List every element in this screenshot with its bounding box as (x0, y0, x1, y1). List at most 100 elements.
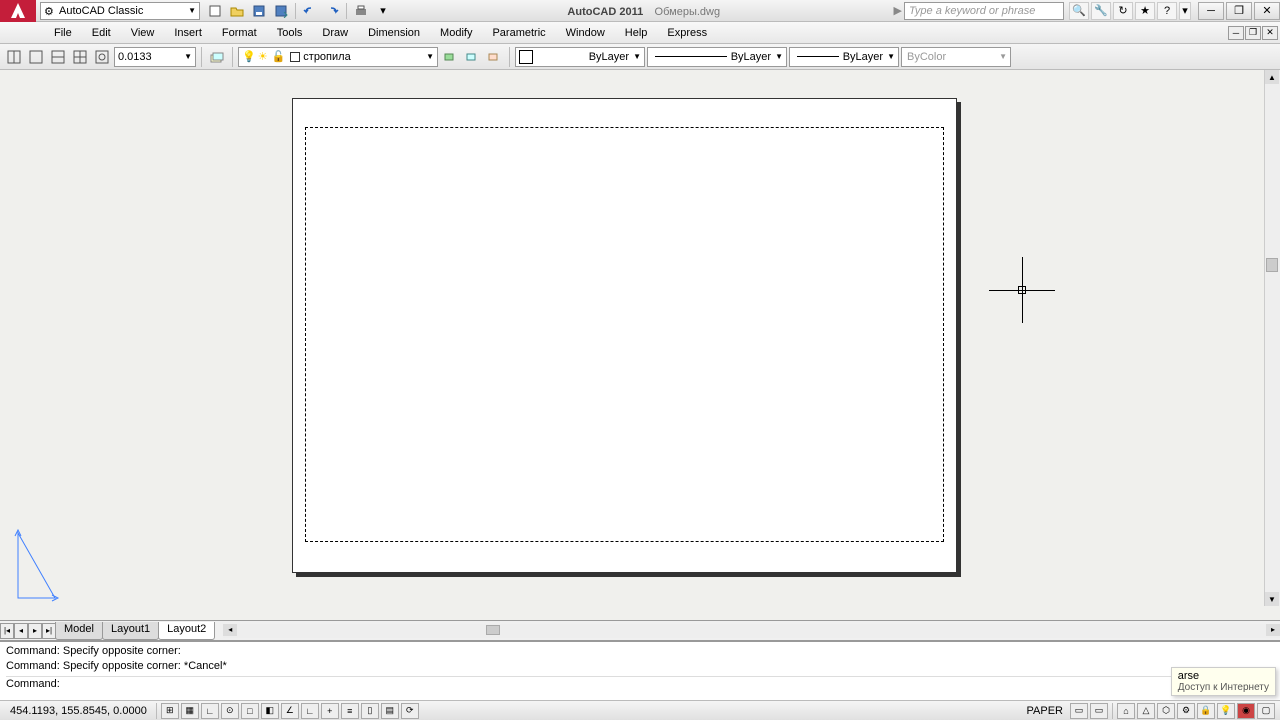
menu-help[interactable]: Help (615, 24, 658, 42)
hardware-accel[interactable]: 💡 (1217, 703, 1235, 719)
scroll-down-icon[interactable]: ▼ (1265, 592, 1279, 606)
menu-draw[interactable]: Draw (312, 24, 358, 42)
mdi-close[interactable]: ✕ (1262, 26, 1278, 40)
chevron-down-icon: ▼ (184, 52, 192, 61)
menu-window[interactable]: Window (556, 24, 615, 42)
sc-toggle[interactable]: ⟳ (401, 703, 419, 719)
document-name: Обмеры.dwg (655, 6, 721, 18)
color-selector[interactable]: ByLayer ▼ (515, 47, 645, 67)
mdi-restore[interactable]: ❐ (1245, 26, 1261, 40)
layer-selector[interactable]: 💡 ☀ 🔓 стропила ▼ (238, 47, 438, 67)
menu-file[interactable]: File (44, 24, 82, 42)
scroll-thumb[interactable] (486, 625, 500, 635)
tab-layout1[interactable]: Layout1 (102, 622, 159, 640)
lineweight-selector[interactable]: ByLayer ▼ (789, 47, 899, 67)
workspace-label: AutoCAD Classic (59, 5, 143, 17)
workspace-selector[interactable]: ⚙ AutoCAD Classic ▼ (40, 2, 200, 20)
tpy-toggle[interactable]: ▯ (361, 703, 379, 719)
save-button[interactable] (249, 2, 269, 20)
otrack-toggle[interactable]: ∠ (281, 703, 299, 719)
quickview-drawings[interactable]: ▭ (1090, 703, 1108, 719)
scroll-left-icon[interactable]: ◂ (223, 624, 237, 636)
app-logo[interactable] (0, 0, 36, 22)
scale-input[interactable]: 0.0133 ▼ (114, 47, 196, 67)
viewport-btn-3[interactable] (48, 47, 68, 67)
viewport-btn-1[interactable] (4, 47, 24, 67)
ducs-toggle[interactable]: ∟ (301, 703, 319, 719)
paper-sheet (292, 98, 957, 573)
snap-toggle[interactable]: ⊞ (161, 703, 179, 719)
dyn-toggle[interactable]: + (321, 703, 339, 719)
scroll-up-icon[interactable]: ▲ (1265, 70, 1279, 84)
undo-button[interactable] (300, 2, 320, 20)
annotation-autoscale[interactable]: ⬡ (1157, 703, 1175, 719)
menu-express[interactable]: Express (657, 24, 717, 42)
space-indicator[interactable]: PAPER (1021, 705, 1069, 717)
linetype-selector[interactable]: ByLayer ▼ (647, 47, 787, 67)
exchange-icon[interactable]: ↻ (1113, 2, 1133, 20)
qp-toggle[interactable]: ▤ (381, 703, 399, 719)
menu-dimension[interactable]: Dimension (358, 24, 430, 42)
scroll-thumb[interactable] (1266, 258, 1278, 272)
separator (295, 3, 296, 19)
menu-format[interactable]: Format (212, 24, 267, 42)
viewport-btn-2[interactable] (26, 47, 46, 67)
annotation-scale[interactable]: ⌂ (1117, 703, 1135, 719)
favorites-icon[interactable]: ★ (1135, 2, 1155, 20)
menu-view[interactable]: View (121, 24, 165, 42)
quickview-layouts[interactable]: ▭ (1070, 703, 1088, 719)
help-dropdown[interactable]: ▾ (1179, 2, 1191, 20)
isolate-objects[interactable]: ◉ (1237, 703, 1255, 719)
close-button[interactable]: ✕ (1254, 2, 1280, 20)
layer-tool-2[interactable] (462, 47, 482, 67)
mdi-minimize[interactable]: ─ (1228, 26, 1244, 40)
minimize-button[interactable]: ─ (1198, 2, 1224, 20)
lwt-toggle[interactable]: ≡ (341, 703, 359, 719)
search-input[interactable]: Type a keyword or phrase (904, 2, 1064, 20)
drawing-area[interactable]: ▲ ▼ (0, 70, 1280, 620)
grid-toggle[interactable]: ▦ (181, 703, 199, 719)
viewport-clip[interactable] (92, 47, 112, 67)
scroll-right-icon[interactable]: ▸ (1266, 624, 1280, 636)
tab-first[interactable]: |◂ (0, 623, 14, 639)
menu-insert[interactable]: Insert (164, 24, 212, 42)
annotation-visibility[interactable]: △ (1137, 703, 1155, 719)
tab-next[interactable]: ▸ (28, 623, 42, 639)
tab-model[interactable]: Model (55, 622, 103, 640)
layer-tool-3[interactable] (484, 47, 504, 67)
chevron-down-icon: ▼ (633, 52, 641, 61)
ortho-toggle[interactable]: ∟ (201, 703, 219, 719)
coordinates[interactable]: 454.1193, 155.8545, 0.0000 (4, 705, 153, 717)
menu-tools[interactable]: Tools (267, 24, 313, 42)
qat-dropdown[interactable]: ▾ (373, 2, 393, 20)
workspace-switching[interactable]: ⚙ (1177, 703, 1195, 719)
polar-toggle[interactable]: ⊙ (221, 703, 239, 719)
redo-button[interactable] (322, 2, 342, 20)
tab-prev[interactable]: ◂ (14, 623, 28, 639)
tab-last[interactable]: ▸| (42, 623, 56, 639)
print-button[interactable] (351, 2, 371, 20)
toolbar-lock[interactable]: 🔒 (1197, 703, 1215, 719)
open-button[interactable] (227, 2, 247, 20)
layer-manager-button[interactable] (207, 47, 227, 67)
help-icon[interactable]: ? (1157, 2, 1177, 20)
plotstyle-selector[interactable]: ByColor ▼ (901, 47, 1011, 67)
viewport-btn-4[interactable] (70, 47, 90, 67)
search-icon[interactable]: 🔍 (1069, 2, 1089, 20)
command-window[interactable]: Command: Specify opposite corner: Comman… (0, 640, 1280, 700)
maximize-button[interactable]: ❐ (1226, 2, 1252, 20)
separator (232, 47, 233, 67)
new-button[interactable] (205, 2, 225, 20)
clean-screen[interactable]: ▢ (1257, 703, 1275, 719)
osnap-toggle[interactable]: □ (241, 703, 259, 719)
layer-tool-1[interactable] (440, 47, 460, 67)
vertical-scrollbar[interactable]: ▲ ▼ (1264, 70, 1280, 606)
3dosnap-toggle[interactable]: ◧ (261, 703, 279, 719)
saveas-button[interactable] (271, 2, 291, 20)
tab-layout2[interactable]: Layout2 (158, 622, 215, 640)
menu-modify[interactable]: Modify (430, 24, 482, 42)
subscription-icon[interactable]: 🔧 (1091, 2, 1111, 20)
menu-edit[interactable]: Edit (82, 24, 121, 42)
horizontal-scrollbar[interactable]: ◂ ▸ (223, 624, 1280, 638)
menu-parametric[interactable]: Parametric (482, 24, 555, 42)
